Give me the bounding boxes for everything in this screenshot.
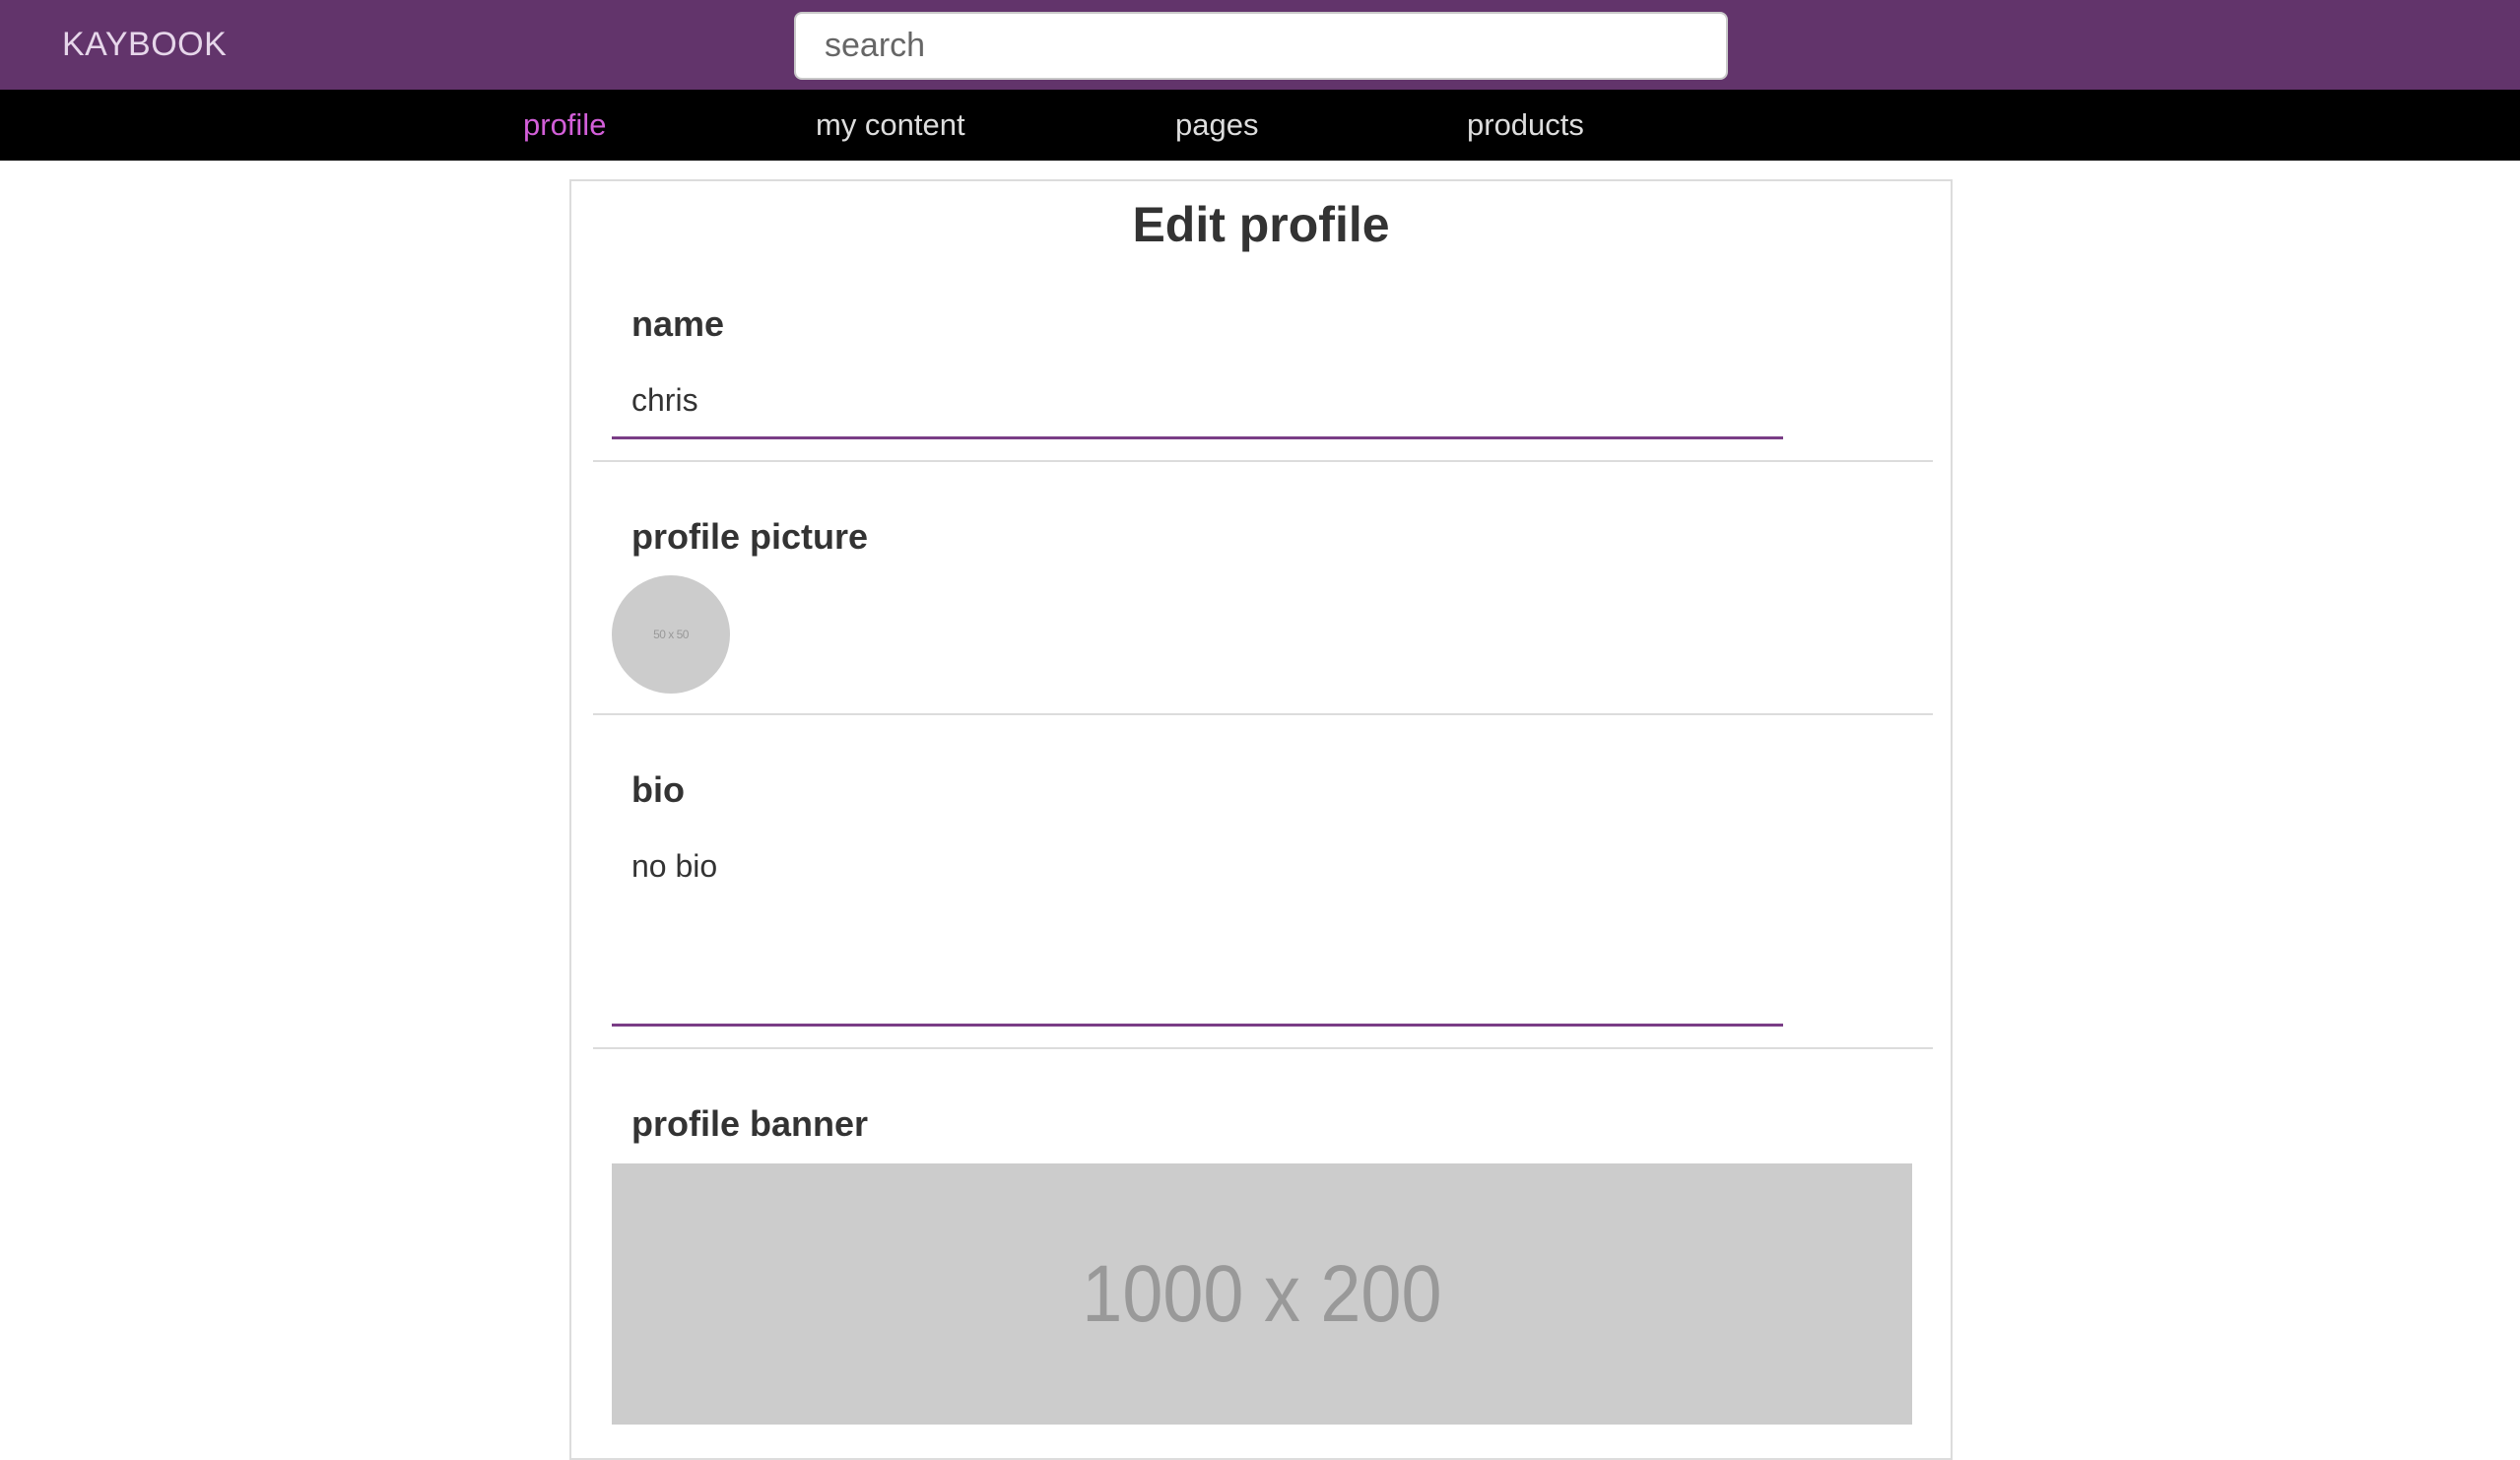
- main-nav: profile my content pages products: [0, 90, 2520, 161]
- profile-banner-label: profile banner: [631, 1103, 869, 1144]
- profile-picture-label: profile picture: [631, 516, 869, 557]
- section-divider: [593, 460, 1933, 462]
- brand-logo[interactable]: KAYBOOK: [62, 26, 227, 64]
- nav-item-profile[interactable]: profile: [523, 107, 606, 143]
- page-title: Edit profile: [1132, 197, 1390, 252]
- nav-item-my-content[interactable]: my content: [816, 107, 965, 143]
- banner-placeholder-text: 1000 x 200: [1082, 1248, 1442, 1339]
- name-field[interactable]: chris: [631, 382, 698, 419]
- profile-picture-avatar[interactable]: 50 x 50: [612, 575, 730, 694]
- profile-banner-image[interactable]: 1000 x 200: [612, 1163, 1912, 1425]
- nav-item-pages[interactable]: pages: [1175, 107, 1258, 143]
- edit-profile-panel: Edit profile name chris profile picture …: [569, 179, 1953, 1460]
- top-header: KAYBOOK: [0, 0, 2520, 90]
- avatar-placeholder-text: 50 x 50: [653, 628, 689, 641]
- bio-field-underline: [612, 1024, 1783, 1027]
- bio-field[interactable]: no bio: [631, 848, 717, 885]
- name-label: name: [631, 303, 725, 344]
- search-input[interactable]: [794, 12, 1728, 80]
- bio-label: bio: [631, 769, 685, 810]
- name-field-underline: [612, 436, 1783, 439]
- nav-item-products[interactable]: products: [1467, 107, 1584, 143]
- section-divider: [593, 1047, 1933, 1049]
- section-divider: [593, 713, 1933, 715]
